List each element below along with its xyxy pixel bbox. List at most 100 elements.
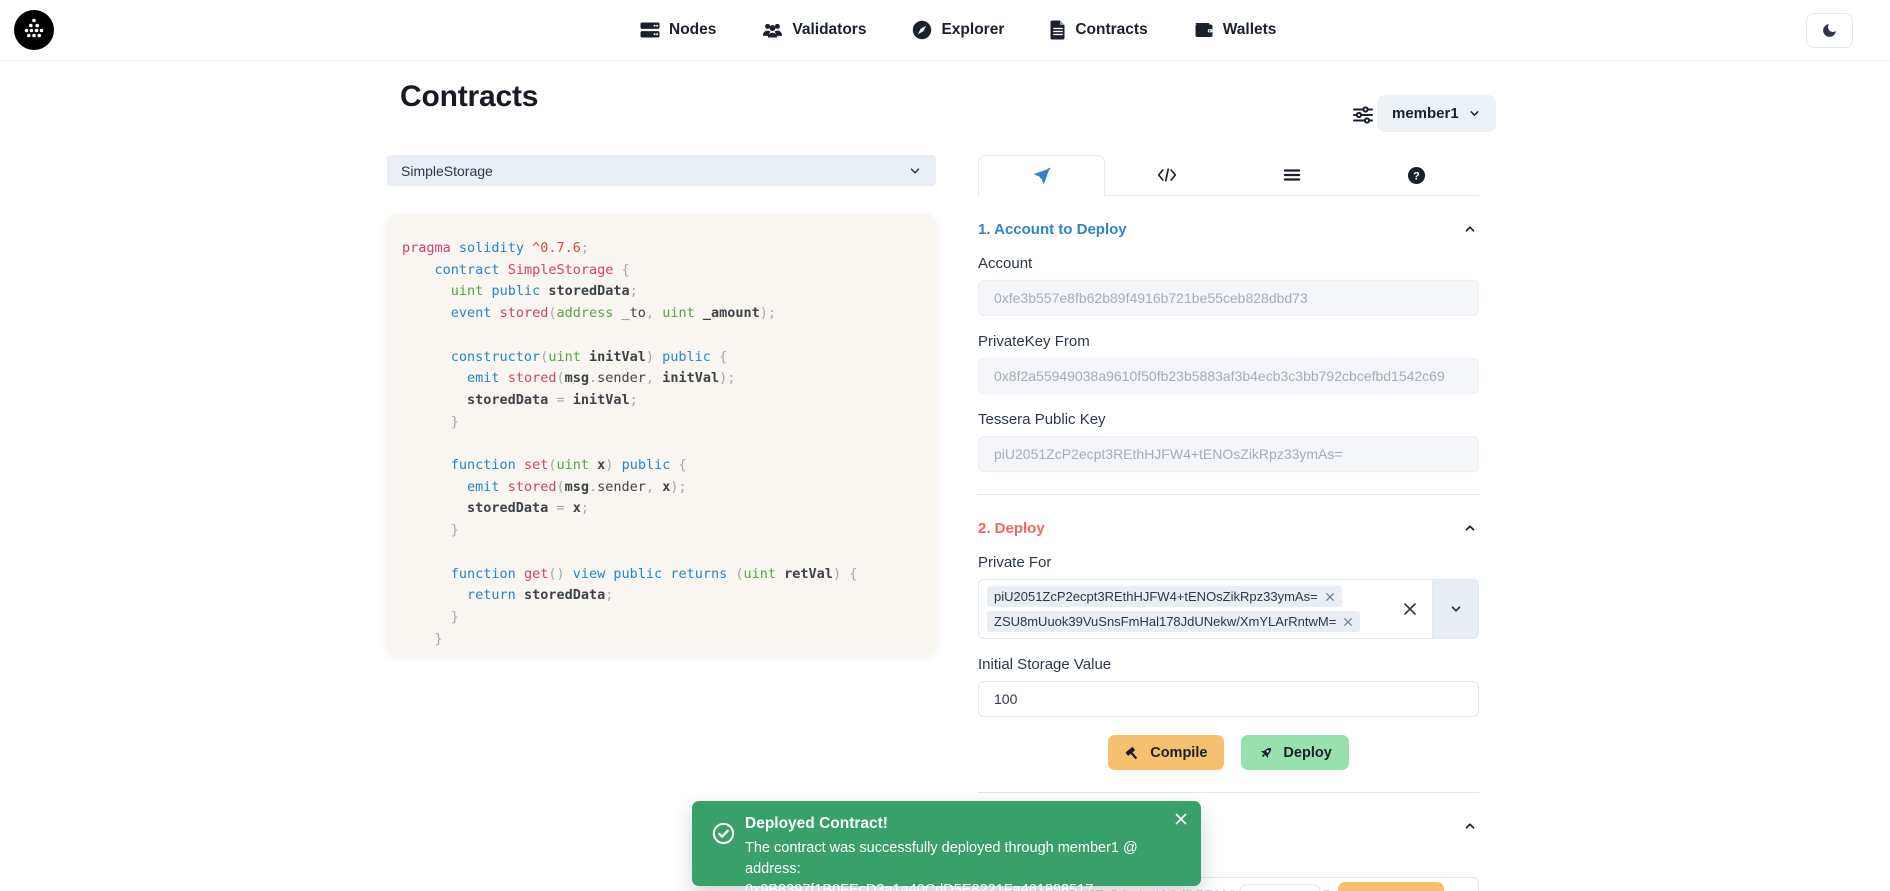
chevron-up-icon <box>1463 521 1477 535</box>
code-icon <box>1157 166 1177 184</box>
code-line: event stored(address _to, uint _amount); <box>402 303 926 325</box>
private-for-label: Private For <box>978 554 1479 571</box>
code-editor[interactable]: pragma solidity ^0.7.6; contract SimpleS… <box>387 214 936 655</box>
check-circle-icon <box>712 822 735 845</box>
users-icon <box>762 20 783 40</box>
code-line: emit stored(msg.sender, x); <box>402 477 926 499</box>
contract-select[interactable]: SimpleStorage <box>387 155 936 186</box>
account-section-title: 1. Account to Deploy <box>978 221 1127 238</box>
nav-item-explorer[interactable]: Explorer <box>912 20 1004 40</box>
contracts-page: Nodes Validators Explorer <box>0 0 1890 891</box>
toast-message: The contract was successfully deployed t… <box>745 838 1150 891</box>
selected-tags: piU2051ZcP2ecpt3REthHJFW4+tENOsZikRpz33y… <box>979 580 1388 638</box>
nav-item-label: Wallets <box>1223 21 1277 39</box>
list-icon <box>1283 167 1301 183</box>
account-label: Account <box>978 255 1479 272</box>
code-line: function set(uint x) public { <box>402 455 926 477</box>
interact-primary-button[interactable] <box>1338 882 1444 891</box>
success-toast: Deployed Contract! The contract was succ… <box>692 801 1201 886</box>
code-line: } <box>402 520 926 542</box>
nav-item-contracts[interactable]: Contracts <box>1050 20 1147 40</box>
interact-secondary-button[interactable] <box>1240 884 1320 891</box>
code-line: uint public storedData; <box>402 281 926 303</box>
tessera-key-input: piU2051ZcP2ecpt3REthHJFW4+tENOsZikRpz33y… <box>978 436 1479 472</box>
initial-storage-label: Initial Storage Value <box>978 656 1479 673</box>
tab-deploy[interactable] <box>978 155 1105 196</box>
code-line: storedData = x; <box>402 498 926 520</box>
code-line <box>402 433 926 455</box>
wallet-icon <box>1194 20 1214 40</box>
section-divider <box>978 494 1479 495</box>
top-navbar: Nodes Validators Explorer <box>0 0 1890 61</box>
account-collapse-button[interactable] <box>1461 220 1479 238</box>
nav-item-wallets[interactable]: Wallets <box>1194 20 1277 40</box>
clear-selection-button[interactable] <box>1388 580 1432 638</box>
panel-tabs: ? <box>978 155 1479 196</box>
file-icon <box>1050 20 1066 40</box>
account-input: 0xfe3b557e8fb62b89f4916b721be55ceb828dbd… <box>978 280 1479 316</box>
tab-help[interactable]: ? <box>1354 155 1479 195</box>
moon-icon <box>1821 22 1838 39</box>
tag-label: piU2051ZcP2ecpt3REthHJFW4+tENOsZikRpz33y… <box>994 589 1318 604</box>
chevron-down-icon <box>1468 107 1481 120</box>
deploy-section-heading: 2. Deploy <box>978 519 1479 537</box>
nav-item-label: Validators <box>792 21 866 39</box>
hammer-icon <box>1125 745 1141 761</box>
member-select-value: member1 <box>1392 105 1459 122</box>
paper-plane-icon <box>1032 167 1051 186</box>
nav-item-validators[interactable]: Validators <box>762 20 866 40</box>
tab-code[interactable] <box>1105 155 1230 195</box>
contract-select-value: SimpleStorage <box>401 163 908 179</box>
deploy-panel: ? 1. Account to Deploy Account 0xfe3b557… <box>978 155 1479 891</box>
code-line: function get() view public returns (uint… <box>402 564 926 586</box>
close-icon <box>1402 601 1418 617</box>
privatekey-label: PrivateKey From <box>978 333 1479 350</box>
main-nav: Nodes Validators Explorer <box>640 0 1276 60</box>
chevron-down-icon <box>1449 602 1463 616</box>
compass-icon <box>912 20 932 40</box>
remove-tag-icon[interactable] <box>1343 617 1353 627</box>
chevron-up-icon <box>1463 222 1477 236</box>
privatekey-input: 0x8f2a55949038a9610f50fb23b5883af3b4ecb3… <box>978 358 1479 394</box>
code-line: return storedData; <box>402 585 926 607</box>
compile-button[interactable]: Compile <box>1108 735 1224 770</box>
tab-logs[interactable] <box>1230 155 1355 195</box>
code-line: } <box>402 607 926 629</box>
code-line: emit stored(msg.sender, initVal); <box>402 368 926 390</box>
compile-button-label: Compile <box>1150 745 1207 761</box>
theme-toggle-button[interactable] <box>1806 13 1853 48</box>
nav-item-label: Nodes <box>669 21 716 39</box>
nav-item-label: Explorer <box>941 21 1004 39</box>
chevron-down-icon <box>908 164 922 178</box>
tessera-key-label: Tessera Public Key <box>978 411 1479 428</box>
account-section-heading: 1. Account to Deploy <box>978 220 1479 238</box>
code-line <box>402 325 926 347</box>
multiselect-dropdown-button[interactable] <box>1432 580 1478 638</box>
nav-item-nodes[interactable]: Nodes <box>640 20 716 40</box>
code-line: constructor(uint initVal) public { <box>402 347 926 369</box>
question-icon: ? <box>1407 166 1426 185</box>
deploy-collapse-button[interactable] <box>1461 519 1479 537</box>
rocket-icon <box>1258 745 1274 761</box>
code-line: storedData = initVal; <box>402 390 926 412</box>
app-logo[interactable] <box>14 10 54 50</box>
private-for-multiselect[interactable]: piU2051ZcP2ecpt3REthHJFW4+tENOsZikRpz33y… <box>978 579 1479 639</box>
member-select-button[interactable]: member1 <box>1377 95 1496 132</box>
toast-close-button[interactable] <box>1172 810 1190 828</box>
deploy-actions: Compile Deploy <box>978 735 1479 770</box>
deploy-button[interactable]: Deploy <box>1241 735 1348 770</box>
code-line <box>402 542 926 564</box>
settings-sliders-button[interactable] <box>1352 104 1374 126</box>
chevron-up-icon <box>1463 819 1477 833</box>
section-divider <box>978 792 1479 793</box>
page-title: Contracts <box>400 80 538 114</box>
nav-item-label: Contracts <box>1075 21 1147 39</box>
initial-storage-input[interactable]: 100 <box>978 681 1479 717</box>
interact-collapse-button[interactable] <box>1461 817 1479 835</box>
code-line: } <box>402 629 926 651</box>
private-for-tag: piU2051ZcP2ecpt3REthHJFW4+tENOsZikRpz33y… <box>987 586 1342 607</box>
tag-label: ZSU8mUuok39VuSnsFmHal178JdUNekw/XmYLArRn… <box>994 614 1336 629</box>
private-for-tag: ZSU8mUuok39VuSnsFmHal178JdUNekw/XmYLArRn… <box>987 611 1360 632</box>
server-icon <box>640 20 660 40</box>
remove-tag-icon[interactable] <box>1325 592 1335 602</box>
